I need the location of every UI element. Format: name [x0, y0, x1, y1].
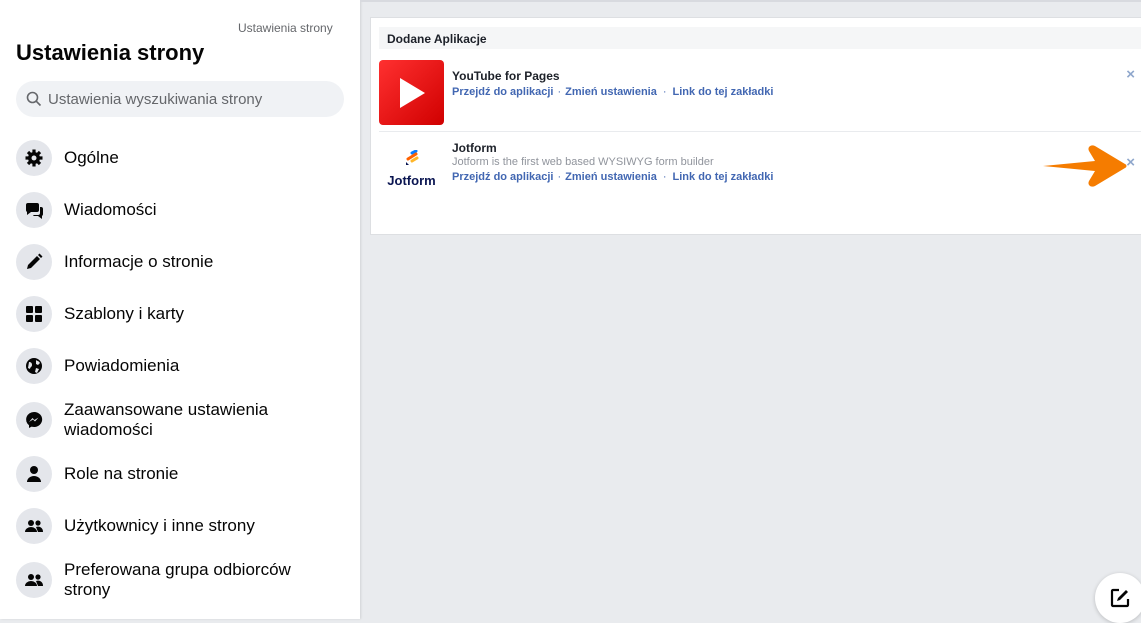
sidebar-item-general[interactable]: Ogólne [16, 140, 346, 176]
search-placeholder: Ustawienia wyszukiwania strony [48, 90, 263, 108]
people-icon [16, 508, 52, 544]
gear-icon [16, 140, 52, 176]
change-settings-link[interactable]: Zmień ustawienia [565, 171, 657, 183]
go-to-app-link[interactable]: Przejdź do aplikacji [452, 171, 553, 183]
section-title: Dodane Aplikacje [379, 27, 1141, 49]
app-name: YouTube for Pages [452, 69, 560, 83]
link-separator: · [557, 86, 562, 98]
messenger-icon [16, 402, 52, 438]
sidebar-item-label: Role na stronie [64, 464, 179, 483]
edit-icon [1110, 588, 1130, 608]
link-separator: · [662, 86, 667, 98]
sidebar-item-label: Użytkownicy i inne strony [64, 516, 255, 535]
app-row-jotform: Jotform Jotform Jotform is the first web… [379, 138, 1141, 208]
tab-link-link[interactable]: Link do tej zakładki [673, 86, 774, 98]
sidebar-item-label: Szablony i karty [64, 304, 184, 323]
sidebar-item-label: Ogólne [64, 148, 119, 167]
search-input[interactable]: Ustawienia wyszukiwania strony [16, 81, 344, 117]
sidebar-item-preferred-audience[interactable]: Preferowana grupa odbiorców strony [16, 560, 346, 600]
change-settings-link[interactable]: Zmień ustawienia [565, 86, 657, 98]
sidebar-item-messages[interactable]: Wiadomości [16, 192, 346, 228]
added-apps-card: Dodane Aplikacje YouTube for Pages Przej… [370, 17, 1141, 235]
sidebar-item-notifications[interactable]: Powiadomienia [16, 348, 346, 384]
search-icon [26, 91, 42, 107]
remove-app-button[interactable]: × [1126, 66, 1135, 83]
orange-arrow-icon [1043, 145, 1127, 187]
chat-bubbles-icon [16, 192, 52, 228]
jotform-logo: Jotform [379, 149, 444, 195]
go-to-app-link[interactable]: Przejdź do aplikacji [452, 86, 553, 98]
link-separator: · [557, 171, 562, 183]
top-divider [360, 0, 1141, 2]
app-name: Jotform [452, 141, 497, 155]
youtube-logo-icon [379, 60, 444, 125]
jotform-logo-text: Jotform [387, 173, 436, 188]
sidebar-item-label: Zaawansowane ustawienia wiadomości [64, 400, 269, 439]
sidebar-item-page-roles[interactable]: Role na stronie [16, 456, 346, 492]
sidebar-item-label: Informacje o stronie [64, 252, 214, 271]
breadcrumb[interactable]: Ustawienia strony [238, 21, 333, 35]
tab-link-link[interactable]: Link do tej zakładki [673, 171, 774, 183]
app-links: Przejdź do aplikacji · Zmień ustawienia · Li… [452, 171, 773, 183]
sidebar: Ustawienia strony Ustawienia strony Usta… [0, 0, 360, 619]
compose-button[interactable] [1095, 573, 1141, 623]
row-divider [379, 131, 1141, 132]
sidebar-item-label: Powiadomienia [64, 356, 180, 375]
app-links: Przejdź do aplikacji · Zmień ustawienia · Li… [452, 86, 773, 98]
app-row-youtube: YouTube for Pages Przejdź do aplikacji · Z… [379, 60, 1141, 130]
globe-icon [16, 348, 52, 384]
pencil-icon [16, 244, 52, 280]
app-description: Jotform is the first web based WYSIWYG f… [452, 156, 714, 168]
remove-app-button[interactable]: × [1126, 154, 1135, 171]
people-icon [16, 562, 52, 598]
jotform-mark-icon [405, 149, 418, 165]
sidebar-item-people[interactable]: Użytkownicy i inne strony [16, 508, 346, 544]
sidebar-item-label: Preferowana grupa odbiorców strony [64, 560, 291, 599]
link-separator: · [662, 171, 667, 183]
page-title: Ustawienia strony [16, 40, 205, 65]
sidebar-item-page-info[interactable]: Informacje o stronie [16, 244, 346, 280]
person-icon [16, 456, 52, 492]
grid-icon [16, 296, 52, 332]
sidebar-item-advanced-messaging[interactable]: Zaawansowane ustawienia wiadomości [16, 400, 346, 440]
sidebar-item-templates[interactable]: Szablony i karty [16, 296, 346, 332]
sidebar-item-label: Wiadomości [64, 200, 157, 219]
